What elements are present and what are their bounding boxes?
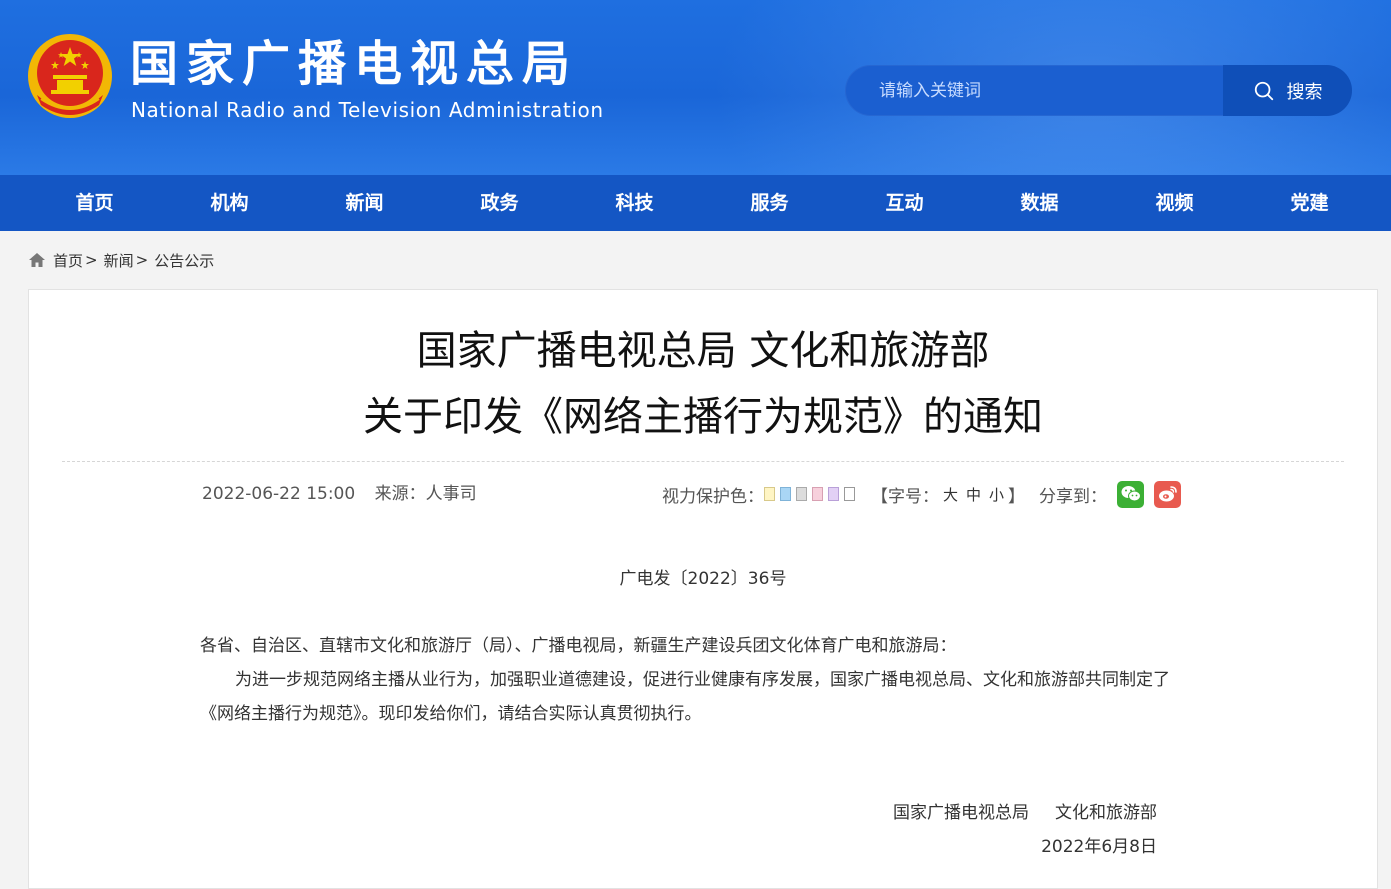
search-icon [1254, 81, 1273, 100]
eye-care-swatch-pink[interactable] [812, 487, 823, 501]
share-weibo-button[interactable] [1154, 480, 1182, 508]
eye-care-swatch-blue[interactable] [780, 487, 791, 501]
eye-care-swatch-yellow[interactable] [764, 487, 775, 501]
sign-date: 2022年6月8日 [1041, 837, 1157, 857]
breadcrumb-separator: > [85, 251, 98, 269]
site-subtitle: National Radio and Television Administra… [131, 98, 604, 122]
weibo-icon [1158, 486, 1177, 502]
nav-item-interaction[interactable]: 互动 [837, 175, 972, 231]
signer-mct: 文化和旅游部 [1055, 803, 1157, 823]
breadcrumb-separator: > [135, 251, 149, 269]
article-datetime: 2022-06-22 15:00 [202, 484, 356, 504]
national-emblem-icon[interactable] [27, 33, 113, 119]
search-input[interactable] [845, 65, 1223, 116]
article-signature: 国家广播电视总局 文化和旅游部 2022年6月8日 [893, 796, 1157, 864]
article-title-line1: 国家广播电视总局 文化和旅游部 [416, 328, 990, 374]
breadcrumb: 首页 > 新闻 > 公告公示 [0, 231, 1391, 289]
eye-care-swatch-purple[interactable] [828, 487, 839, 501]
share-label: 分享到： [1039, 486, 1108, 507]
search-button-label: 搜索 [1286, 81, 1323, 103]
nav-item-data[interactable]: 数据 [972, 175, 1107, 231]
title-divider [62, 461, 1344, 462]
site-header: 国家广播电视总局 National Radio and Television A… [0, 0, 1391, 175]
signer-nrta: 国家广播电视总局 [893, 803, 1029, 823]
font-size-label-close: 】 [1008, 486, 1026, 507]
nav-item-organization[interactable]: 机构 [162, 175, 297, 231]
article-salutation: 各省、自治区、直辖市文化和旅游厅（局）、广播电视局，新疆生产建设兵团文化体育广电… [200, 636, 957, 656]
font-size-large[interactable]: 大 [943, 484, 958, 505]
article-tools: 视力保护色： 【字号： 大 中 小 】 分享到： [662, 480, 1182, 508]
site-title[interactable]: 国家广播电视总局 [130, 36, 578, 92]
nav-item-party-building[interactable]: 党建 [1242, 175, 1377, 231]
nav-item-services[interactable]: 服务 [702, 175, 837, 231]
breadcrumb-news-link[interactable]: 新闻 [104, 250, 134, 271]
article-panel: 国家广播电视总局 文化和旅游部 关于印发《网络主播行为规范》的通知 2022-0… [28, 289, 1378, 889]
breadcrumb-home-link[interactable]: 首页 [53, 250, 83, 271]
article-body: 各省、自治区、直辖市文化和旅游厅（局）、广播电视局，新疆生产建设兵团文化体育广电… [200, 629, 1200, 731]
breadcrumb-current-link[interactable]: 公告公示 [154, 250, 214, 271]
home-icon [29, 253, 45, 267]
article-title-line2: 关于印发《网络主播行为规范》的通知 [363, 394, 1043, 440]
article-source: 来源：人事司 [374, 484, 477, 504]
article-meta: 2022-06-22 15:00 来源：人事司 [202, 482, 491, 506]
document-number: 广电发〔2022〕36号 [619, 569, 787, 589]
eye-care-swatch-gray[interactable] [796, 487, 807, 501]
wechat-icon [1121, 486, 1141, 502]
eye-care-swatch-white[interactable] [844, 487, 855, 501]
eye-care-label: 视力保护色： [662, 486, 764, 507]
article-title: 国家广播电视总局 文化和旅游部 关于印发《网络主播行为规范》的通知 [29, 318, 1377, 450]
main-nav: 首页 机构 新闻 政务 科技 服务 互动 数据 视频 党建 [0, 175, 1391, 231]
font-size-small[interactable]: 小 [989, 484, 1004, 505]
share-wechat-button[interactable] [1117, 480, 1145, 508]
nav-item-home[interactable]: 首页 [27, 175, 162, 231]
font-size-medium[interactable]: 中 [966, 484, 981, 505]
nav-item-news[interactable]: 新闻 [297, 175, 432, 231]
font-size-label: 【字号： [871, 486, 939, 507]
article-paragraph: 为进一步规范网络主播从业行为，加强职业道德建设，促进行业健康有序发展，国家广播电… [200, 670, 1170, 724]
search-button[interactable]: 搜索 [1223, 65, 1352, 116]
nav-item-video[interactable]: 视频 [1107, 175, 1242, 231]
nav-item-government-affairs[interactable]: 政务 [432, 175, 567, 231]
nav-item-technology[interactable]: 科技 [567, 175, 702, 231]
search-bar: 搜索 [845, 65, 1352, 116]
